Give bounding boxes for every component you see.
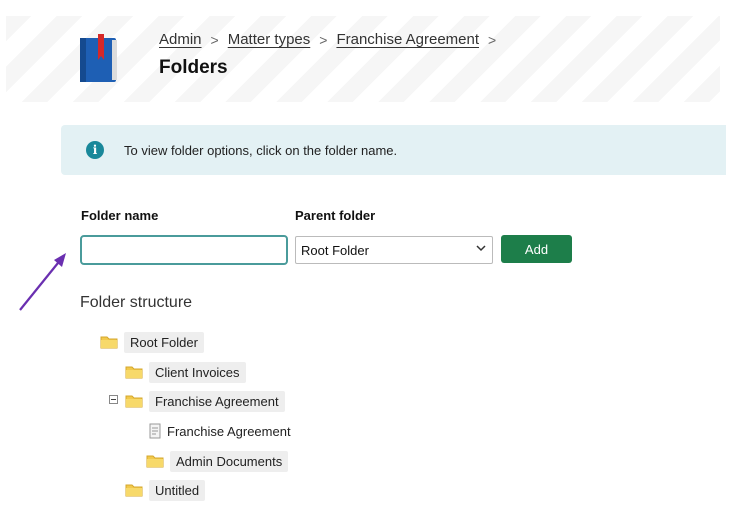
tree-node-franchise-agreement-document[interactable]: Franchise Agreement xyxy=(149,420,291,442)
breadcrumb-separator: > xyxy=(488,31,497,48)
tree-node-label[interactable]: Admin Documents xyxy=(170,450,289,472)
folder-icon xyxy=(146,455,164,468)
tree-node-client-invoices[interactable]: Client Invoices xyxy=(125,361,246,383)
tree-node-admin-documents[interactable]: Admin Documents xyxy=(146,450,289,472)
folder-icon xyxy=(125,366,143,379)
tree-node-label[interactable]: Root Folder xyxy=(124,331,204,353)
breadcrumb-admin[interactable]: Admin xyxy=(159,31,202,48)
tree-node-root-folder[interactable]: Root Folder xyxy=(100,331,204,353)
folder-name-label: Folder name xyxy=(81,208,159,223)
breadcrumb-franchise-agreement[interactable]: Franchise Agreement xyxy=(336,31,479,48)
tree-node-label[interactable]: Untitled xyxy=(149,479,206,501)
tree-node-untitled[interactable]: Untitled xyxy=(125,479,206,501)
info-text: To view folder options, click on the fol… xyxy=(124,143,398,158)
breadcrumb: Admin > Matter types > Franchise Agreeme… xyxy=(159,31,505,48)
arrow-annotation-icon xyxy=(19,253,66,311)
book-icon xyxy=(80,34,117,82)
page-title: Folders xyxy=(159,57,228,78)
tree-node-label[interactable]: Franchise Agreement xyxy=(149,390,285,412)
chevron-down-icon xyxy=(476,245,486,252)
collapse-icon[interactable] xyxy=(109,395,118,404)
document-icon xyxy=(149,423,161,439)
folder-icon xyxy=(125,395,143,408)
tree-node-label[interactable]: Franchise Agreement xyxy=(167,424,291,439)
folder-icon xyxy=(125,484,143,497)
add-button[interactable]: Add xyxy=(501,235,572,263)
folder-structure-title: Folder structure xyxy=(80,294,193,311)
breadcrumb-matter-types[interactable]: Matter types xyxy=(228,31,311,48)
breadcrumb-separator: > xyxy=(319,31,328,48)
tree-node-franchise-agreement-folder[interactable]: Franchise Agreement xyxy=(125,390,285,412)
parent-folder-value: Root Folder xyxy=(301,243,369,258)
info-icon: i xyxy=(86,141,104,159)
parent-folder-label: Parent folder xyxy=(295,208,376,223)
tree-node-label[interactable]: Client Invoices xyxy=(149,361,246,383)
breadcrumb-separator: > xyxy=(210,31,219,48)
parent-folder-select[interactable]: Root Folder xyxy=(295,236,493,264)
folder-icon xyxy=(100,336,118,349)
folder-name-input[interactable] xyxy=(80,235,288,265)
